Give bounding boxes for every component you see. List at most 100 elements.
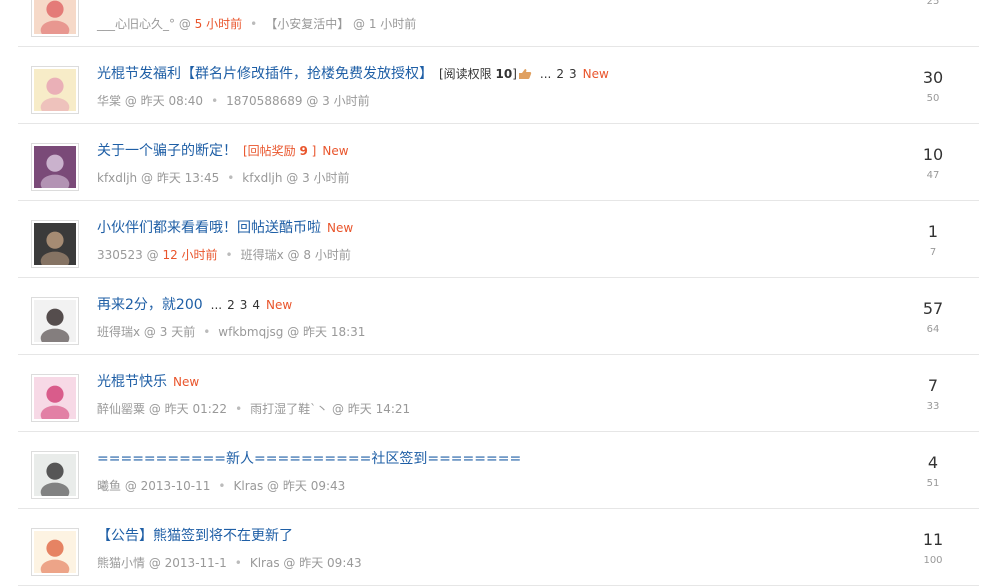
thread-counts: 10 47 [913,145,953,181]
thread-meta: 曦鱼 @ 2013-10-11 • Klras @ 昨天 09:43 [97,477,345,494]
author-link[interactable]: 330523 [97,248,143,262]
author-link[interactable]: 华棠 [97,94,121,108]
thread-counts: 30 50 [913,68,953,104]
thread-tag-value: 9 [299,144,308,158]
last-poster-link[interactable]: Klras [250,556,280,570]
last-reply-time: 昨天 09:43 [282,479,346,493]
thread-tag-close: ] [512,67,517,81]
at-symbol: @ [175,17,195,31]
thread-counts: 4 51 [913,453,953,489]
page-link[interactable]: 4 [252,298,260,312]
thread-row: 关于一个骗子的断定！ [回帖奖励 9 ] New kfxdljh @ 昨天 13:45… [18,124,979,201]
thread-title-link[interactable]: ===========新人==========社区签到======== [97,451,521,467]
last-poster-link[interactable]: kfxdljh [242,171,282,185]
page-link[interactable]: 2 [227,298,235,312]
author-link[interactable]: 曦鱼 [97,479,121,493]
page-link[interactable]: 2 [556,67,564,81]
thread-row: 小伙伴们都来看看哦！回帖送酷币啦 New 330523 @ 12 小时前 • 班得瑞x … [18,201,979,278]
thread-title-link[interactable]: 光棍节快乐 [97,374,167,390]
reply-count: 30 [922,68,944,87]
thread-row: 光棍节快乐 New 醉仙罂粟 @ 昨天 01:22 • 雨打湿了鞋`丶 @ 昨天 14:… [18,355,979,432]
at-symbol: @ [283,248,304,262]
new-badge: New [322,144,349,158]
last-reply-time: 昨天 14:21 [347,402,411,416]
avatar-image [34,377,76,425]
post-time: 2013-10-11 [140,479,211,493]
avatar[interactable] [31,0,79,40]
thread-tag: [回帖奖励 9 ] [243,144,316,158]
new-badge: New [266,298,293,312]
at-symbol: @ [145,402,165,416]
thread-tag-label: [阅读权限 [439,67,496,81]
thread-row: 【公告】熊猫签到将不在更新了 熊猫小情 @ 2013-11-1 • Klras @ 昨… [18,509,979,586]
thread-row: ===========新人==========社区签到======== 曦鱼 @ … [18,432,979,509]
author-link[interactable]: 班得瑞x [97,325,140,339]
thread-counts: 25 [913,0,953,7]
thread-tag: [阅读权限 10] [439,67,532,81]
avatar-image [34,223,76,271]
page-ellipsis: ... [210,298,223,312]
thread-meta: 华棠 @ 昨天 08:40 • 1870588689 @ 3 小时前 [97,92,370,109]
last-poster-link[interactable]: wfkbmqjsg [218,325,283,339]
thread-title-link[interactable]: 关于一个骗子的断定！ [97,143,237,159]
thread-tag-label: [回帖奖励 [243,144,300,158]
thread-counts: 11 100 [913,530,953,566]
last-reply-time: 1 小时前 [368,17,417,31]
at-symbol: @ [142,248,163,262]
thread-title-link[interactable]: 再来2分，就200 [97,297,203,313]
avatar[interactable] [31,297,79,348]
author-link[interactable]: kfxdljh [97,171,137,185]
reply-count: 1 [927,222,939,241]
author-link[interactable]: 醉仙罂粟 [97,402,145,416]
page-link[interactable]: 3 [569,67,577,81]
title-line: 小伙伴们都来看看哦！回帖送酷币啦 New [97,219,353,237]
at-symbol: @ [279,556,300,570]
avatar-image [34,300,76,348]
at-symbol: @ [283,325,304,339]
new-badge: New [327,221,354,235]
last-reply-time: 昨天 18:31 [303,325,366,339]
separator-dot: • [211,94,219,108]
avatar-image [34,531,76,579]
reply-count: 57 [922,299,944,318]
page-link[interactable]: 3 [240,298,248,312]
avatar-image [34,0,76,40]
last-poster-link[interactable]: 班得瑞x [241,248,284,262]
thread-list: ___心旧心久_° @ 5 小时前 • 【小安复活中】 @ 1 小时前 25 光棍节发福… [18,0,979,586]
avatar[interactable] [31,374,79,425]
separator-dot: • [227,171,235,185]
at-symbol: @ [282,171,303,185]
title-line: ===========新人==========社区签到======== [97,450,521,468]
avatar[interactable] [31,66,79,117]
last-reply-time: 3 小时前 [322,94,370,108]
avatar[interactable] [31,220,79,271]
author-link[interactable]: 熊猫小情 [97,556,145,570]
author-link[interactable]: ___心旧心久_° [97,17,175,31]
at-symbol: @ [302,94,323,108]
last-poster-link[interactable]: Klras [233,479,263,493]
at-symbol: @ [140,325,160,339]
avatar[interactable] [31,451,79,502]
view-count: 33 [926,401,940,412]
avatar[interactable] [31,143,79,194]
avatar[interactable] [31,528,79,579]
thread-title-link[interactable]: 【公告】熊猫签到将不在更新了 [97,528,293,544]
last-poster-link[interactable]: 【小安复活中】 [265,17,349,31]
post-time: 2013-11-1 [164,556,227,570]
thread-title-link[interactable]: 小伙伴们都来看看哦！回帖送酷币啦 [97,220,321,236]
title-line: 再来2分，就200... 2 3 4 New [97,296,292,314]
last-poster-link[interactable]: 1870588689 [226,94,302,108]
separator-dot: • [218,479,226,493]
view-count: 7 [929,247,937,258]
thread-title-link[interactable]: 光棍节发福利【群名片修改插件，抢楼免费发放授权】 [97,66,433,82]
title-line: 关于一个骗子的断定！ [回帖奖励 9 ] New [97,142,349,160]
last-poster-link[interactable]: 雨打湿了鞋`丶 [250,402,328,416]
thread-counts: 57 64 [913,299,953,335]
thumbs-up-icon [518,69,532,79]
avatar-image [34,146,76,194]
view-count: 47 [926,170,940,181]
thread-meta: 醉仙罂粟 @ 昨天 01:22 • 雨打湿了鞋`丶 @ 昨天 14:21 [97,400,410,417]
thread-tag-close: ] [307,144,317,158]
at-symbol: @ [121,479,141,493]
page-ellipsis: ... [539,67,552,81]
